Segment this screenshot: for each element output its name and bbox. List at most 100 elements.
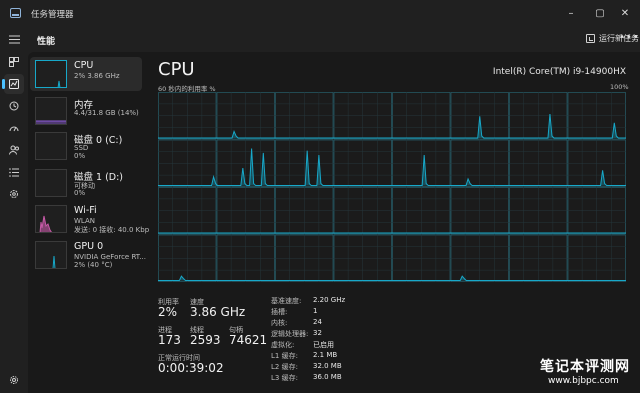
cpu-utilization-graph [158,92,626,282]
minimize-button[interactable]: – [556,2,586,24]
spec-value: 36.0 MB [313,373,342,381]
core-graph [509,139,568,187]
spec-value: 已启用 [313,341,334,349]
title-bar: 任务管理器 – ▢ ✕ [0,0,640,26]
core-graph [333,139,392,187]
disk-0-thumbnail [35,132,67,160]
core-graph [275,92,334,140]
spec-value: 2.1 MB [313,351,338,359]
core-graph [158,187,217,235]
resource-item-memory[interactable]: 内存 4.4/31.8 GB (14%) [30,94,142,128]
window-title: 任务管理器 [31,10,74,20]
resource-name: GPU 0 [74,241,104,252]
resource-name: CPU [74,60,94,71]
cpu-model: Intel(R) Core(TM) i9-14900HX [492,67,626,77]
memory-thumbnail [35,97,67,125]
resource-detail-2: 0% [74,152,86,160]
spec-key: 逻辑处理器: [271,330,309,338]
resource-detail: SSD [74,144,89,152]
resource-detail: 2% 3.86 GHz [74,72,120,80]
spec-value: 1 [313,307,318,315]
history-icon[interactable] [4,96,24,116]
watermark-title: 笔记本评测网 [540,359,630,375]
users-icon[interactable] [4,140,24,160]
spec-key: 插槽: [271,308,288,316]
performance-icon[interactable] [2,74,24,94]
startup-icon[interactable] [4,118,24,138]
processes-value: 173 [158,333,181,347]
core-graph [509,234,568,282]
resource-detail-2: 发送: 0 接收: 40.0 Kbp [74,226,150,234]
spec-key: 内核: [271,319,288,327]
core-graph [392,92,451,140]
graph-max-label: 100% [610,83,629,91]
resource-detail: NVIDIA GeForce RT... [74,253,146,261]
task-manager-icon [10,8,21,18]
resource-item-disk-0[interactable]: 磁盘 0 (C:) SSD 0% [30,129,142,163]
nav-rail [0,26,28,393]
core-graph [333,92,392,140]
cpu-title: CPU [158,59,195,80]
core-graph [567,234,626,282]
core-graph [567,187,626,235]
core-graph [333,187,392,235]
core-graph [275,139,334,187]
core-graph [392,139,451,187]
resource-item-wifi[interactable]: Wi-Fi WLAN 发送: 0 接收: 40.0 Kbp [30,202,149,236]
core-graph [567,92,626,140]
core-graph [216,234,275,282]
wifi-thumbnail [35,205,67,233]
spec-value: 2.20 GHz [313,296,346,304]
resource-item-disk-1[interactable]: 磁盘 1 (D:) 可移动 0% [30,166,142,200]
site-watermark: 笔记本评测网 www.bjbpc.com [540,356,636,392]
core-graph [275,234,334,282]
core-graph [392,234,451,282]
core-graph [216,92,275,140]
cpu-thumbnail [35,60,67,88]
resource-item-cpu[interactable]: CPU 2% 3.86 GHz [30,57,142,91]
spec-key: 虚拟化: [271,341,295,349]
core-graph [509,92,568,140]
details-icon[interactable] [4,162,24,182]
threads-value: 2593 [190,333,221,347]
processes-icon[interactable] [4,52,24,72]
disk-1-thumbnail [35,169,67,197]
settings-icon[interactable] [4,370,24,390]
resource-detail-2: 2% (40 °C) [74,261,113,269]
resource-detail: 4.4/31.8 GB (14%) [74,109,139,117]
resource-item-gpu[interactable]: GPU 0 NVIDIA GeForce RT... 2% (40 °C) [30,238,146,272]
resource-detail: WLAN [74,217,96,225]
gpu-thumbnail [35,241,67,269]
close-button[interactable]: ✕ [610,2,640,24]
more-options-button[interactable]: ••• [619,32,640,43]
core-graph [450,139,509,187]
hamburger-icon[interactable] [4,29,24,49]
resource-detail-2: 0% [74,189,86,197]
core-graph [392,187,451,235]
core-graph [158,92,217,140]
core-graph [333,234,392,282]
spec-key: L2 缓存: [271,363,298,371]
spec-key: 基准速度: [271,297,302,305]
uptime-value: 0:00:39:02 [158,361,224,375]
core-graph [275,187,334,235]
watermark-url: www.bjbpc.com [548,376,619,386]
utilization-value: 2% [158,305,178,319]
page-header: 性能 运行新任务 ••• [28,26,640,52]
core-graph [509,187,568,235]
run-task-icon [586,34,595,43]
spec-value: 32 [313,329,322,337]
spec-value: 32.0 MB [313,362,342,370]
core-graph [216,187,275,235]
core-graph [158,139,217,187]
core-graph [158,234,217,282]
spec-key: L1 缓存: [271,352,298,360]
speed-value: 3.86 GHz [190,305,246,319]
core-graph [450,234,509,282]
core-graph [450,187,509,235]
resource-name: Wi-Fi [74,205,97,216]
page-title: 性能 [37,37,56,47]
handles-value: 74621 [229,333,268,347]
core-graph [216,139,275,187]
services-icon[interactable] [4,184,24,204]
